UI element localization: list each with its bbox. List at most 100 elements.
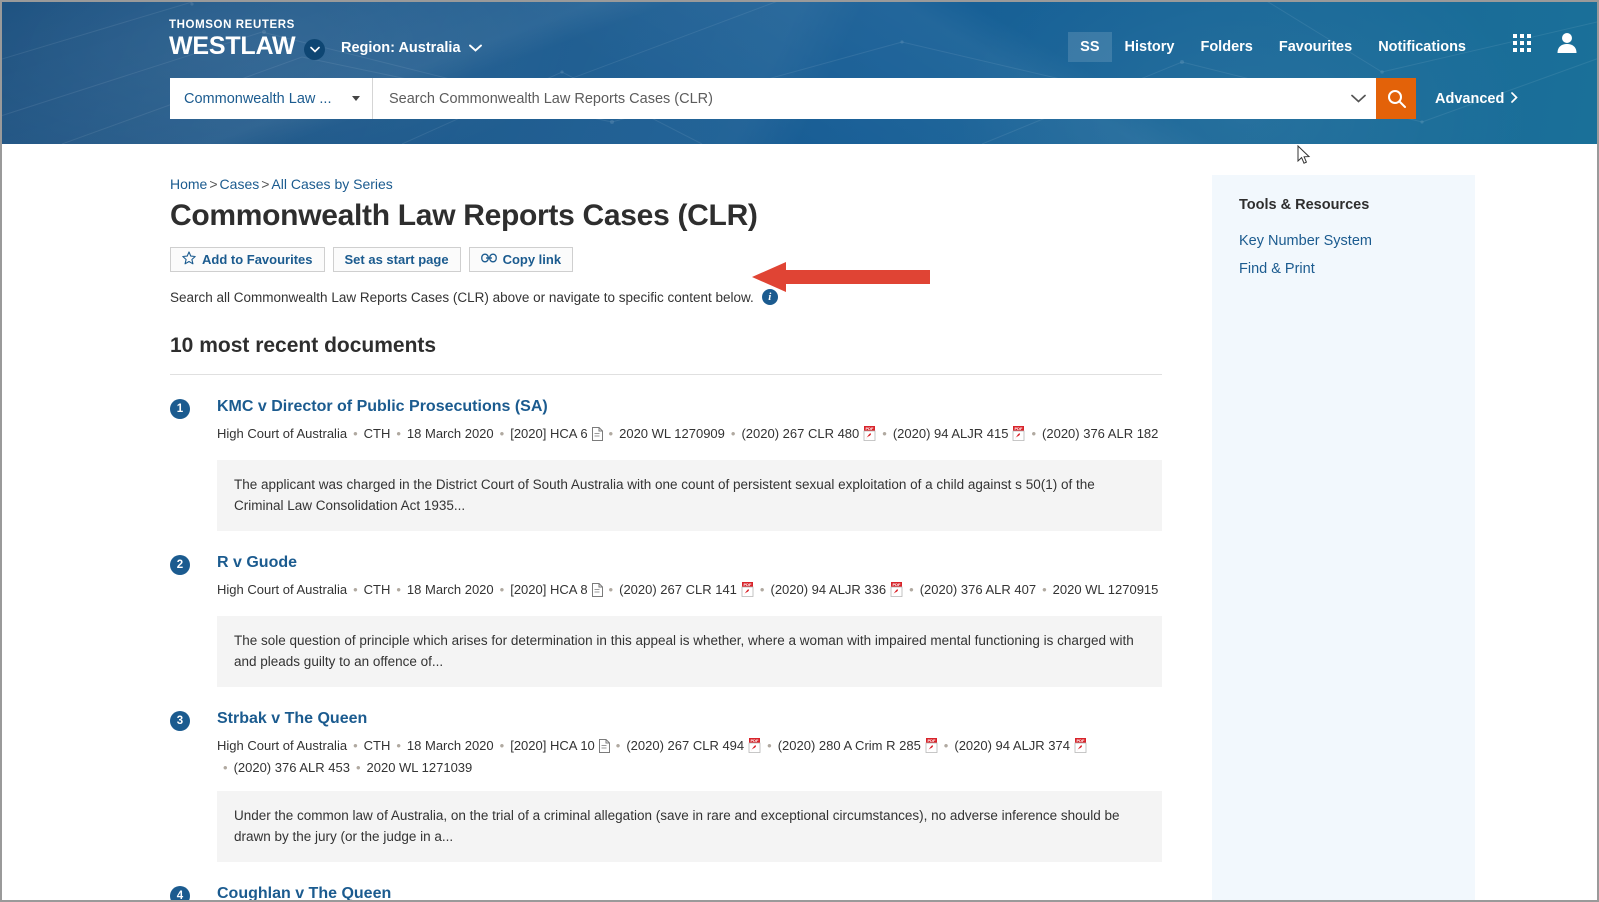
citation: CTH [364, 426, 391, 441]
svg-text:PDF: PDF [751, 738, 760, 743]
nav-item-notifications[interactable]: Notifications [1365, 32, 1479, 62]
result-header: 2 R v Guode High Court of Australia • CTH • 18… [170, 553, 1162, 687]
citation-separator: • [355, 760, 361, 775]
citation-text[interactable]: 18 March 2020 [407, 738, 494, 753]
westlaw-logo[interactable]: THOMSON REUTERS WESTLAW [169, 19, 296, 60]
pdf-icon[interactable]: PDF [925, 738, 938, 758]
result-title-link[interactable]: R v Guode [217, 554, 297, 571]
result-snippet: The applicant was charged in the Distric… [217, 460, 1162, 531]
citation-text[interactable]: 2020 WL 1270915 [1053, 582, 1159, 597]
chevron-down-circle-icon[interactable] [304, 39, 325, 60]
set-as-start-page-button[interactable]: Set as start page [332, 247, 461, 272]
citation-separator: • [499, 582, 505, 597]
add-to-favourites-button[interactable]: Add to Favourites [170, 247, 325, 272]
citation-text[interactable]: High Court of Australia [217, 426, 347, 441]
copy-link-button[interactable]: Copy link [468, 247, 574, 272]
citation-text[interactable]: (2020) 94 ALJR 415 [893, 426, 1009, 441]
citation-text[interactable]: (2020) 94 ALJR 336 [770, 582, 886, 597]
nav-item-history[interactable]: History [1112, 32, 1188, 62]
citation: (2020) 376 ALR 453 [234, 760, 350, 775]
pdf-icon[interactable]: PDF [748, 738, 761, 758]
citation-text[interactable]: (2020) 376 ALR 407 [920, 582, 1036, 597]
citation-separator: • [396, 426, 401, 441]
result-title-link[interactable]: Coughlan v The Queen [217, 885, 391, 900]
result-item: 1 KMC v Director of Public Prosecutions (… [170, 375, 1162, 531]
breadcrumb-separator: > [209, 176, 218, 192]
citation-separator: • [730, 426, 736, 441]
citation: 2020 WL 1271039 [367, 760, 473, 775]
svg-text:PDF: PDF [866, 426, 875, 431]
citation-text[interactable]: (2020) 376 ALR 182 [1042, 426, 1158, 441]
result-number-badge: 1 [170, 399, 190, 419]
citation-text[interactable]: CTH [364, 738, 391, 753]
citation-text[interactable]: [2020] HCA 8 [510, 582, 587, 597]
result-header: 3 Strbak v The Queen High Court of Austral… [170, 709, 1162, 862]
region-selector[interactable]: Region: Australia [341, 40, 482, 56]
pdf-icon[interactable]: PDF [741, 582, 754, 602]
document-icon[interactable] [591, 427, 603, 446]
citation-text[interactable]: CTH [364, 582, 391, 597]
pdf-icon[interactable]: PDF [1012, 426, 1025, 446]
sidebar-title: Tools & Resources [1239, 197, 1370, 213]
user-person-icon[interactable] [1557, 32, 1577, 58]
citation: CTH [364, 582, 391, 597]
document-icon[interactable] [598, 739, 610, 758]
info-circle-icon[interactable]: i [761, 289, 778, 305]
citation-text[interactable]: (2020) 280 A Crim R 285 [778, 738, 921, 753]
citation-text[interactable]: 18 March 2020 [407, 582, 494, 597]
citation-separator: • [396, 582, 401, 597]
sidebar-link-find-and-print[interactable]: Find & Print [1239, 255, 1475, 283]
citation-text[interactable]: 2020 WL 1271039 [367, 760, 473, 775]
result-number-badge: 2 [170, 555, 190, 575]
citation-text[interactable]: (2020) 94 ALJR 374 [954, 738, 1070, 753]
chevron-down-icon [468, 40, 482, 56]
citation-separator: • [353, 426, 358, 441]
citation: (2020) 267 CLR 480 PDF [741, 426, 876, 441]
citation-text[interactable]: [2020] HCA 10 [510, 738, 595, 753]
citation-text[interactable]: CTH [364, 426, 391, 441]
citation-text[interactable]: 2020 WL 1270909 [619, 426, 725, 441]
result-body: KMC v Director of Public Prosecutions (S… [217, 397, 1162, 531]
citation-text[interactable]: High Court of Australia [217, 582, 347, 597]
search-submit-button[interactable] [1376, 78, 1416, 119]
search-scope-label: Commonwealth Law ... [184, 90, 332, 107]
citation: [2020] HCA 10 [510, 738, 610, 753]
citation-text[interactable]: 18 March 2020 [407, 426, 494, 441]
pdf-icon[interactable]: PDF [1074, 738, 1087, 758]
citation-text[interactable]: (2020) 376 ALR 453 [234, 760, 350, 775]
pdf-icon[interactable]: PDF [890, 582, 903, 602]
advanced-search-link[interactable]: Advanced [1435, 91, 1519, 107]
citation: (2020) 94 ALJR 374 PDF [954, 738, 1087, 753]
breadcrumb: Home > Cases > All Cases by Series [170, 175, 1170, 193]
result-title-link[interactable]: Strbak v The Queen [217, 710, 367, 727]
citation: [2020] HCA 8 [510, 582, 603, 597]
document-icon[interactable] [591, 583, 603, 602]
citation-separator: • [396, 738, 401, 753]
nav-item-folders[interactable]: Folders [1187, 32, 1265, 62]
nav-item-ss[interactable]: SS [1068, 32, 1112, 62]
citation-text[interactable]: (2020) 267 CLR 494 [626, 738, 744, 753]
grid-apps-icon[interactable] [1513, 33, 1531, 57]
citation-text[interactable]: (2020) 267 CLR 141 [619, 582, 737, 597]
breadcrumb-item-cases[interactable]: Cases [220, 176, 260, 192]
breadcrumb-item-home[interactable]: Home [170, 176, 207, 192]
search-scope-select[interactable]: Commonwealth Law ... [170, 78, 373, 119]
copy-link-label: Copy link [502, 252, 562, 267]
result-citations: High Court of Australia • CTH • 18 March 202… [217, 736, 1162, 777]
breadcrumb-item-all-cases-by-series[interactable]: All Cases by Series [271, 176, 392, 192]
citation: High Court of Australia [217, 738, 347, 753]
pdf-icon[interactable]: PDF [863, 426, 876, 446]
result-snippet: Under the common law of Australia, on th… [217, 791, 1162, 862]
result-header: 1 KMC v Director of Public Prosecutions (… [170, 397, 1162, 531]
search-history-dropdown[interactable] [1340, 78, 1376, 119]
result-citations: High Court of Australia • CTH • 18 March 202… [217, 424, 1162, 446]
citation-text[interactable]: High Court of Australia [217, 738, 347, 753]
search-input[interactable] [373, 78, 1340, 119]
results-list: 1 KMC v Director of Public Prosecutions (… [170, 375, 1170, 900]
citation: 18 March 2020 [407, 582, 494, 597]
nav-item-favourites[interactable]: Favourites [1266, 32, 1365, 62]
sidebar-link-key-number-system[interactable]: Key Number System [1239, 227, 1475, 255]
citation-text[interactable]: (2020) 267 CLR 480 [741, 426, 859, 441]
citation-text[interactable]: [2020] HCA 6 [510, 426, 587, 441]
result-title-link[interactable]: KMC v Director of Public Prosecutions (S… [217, 398, 548, 415]
